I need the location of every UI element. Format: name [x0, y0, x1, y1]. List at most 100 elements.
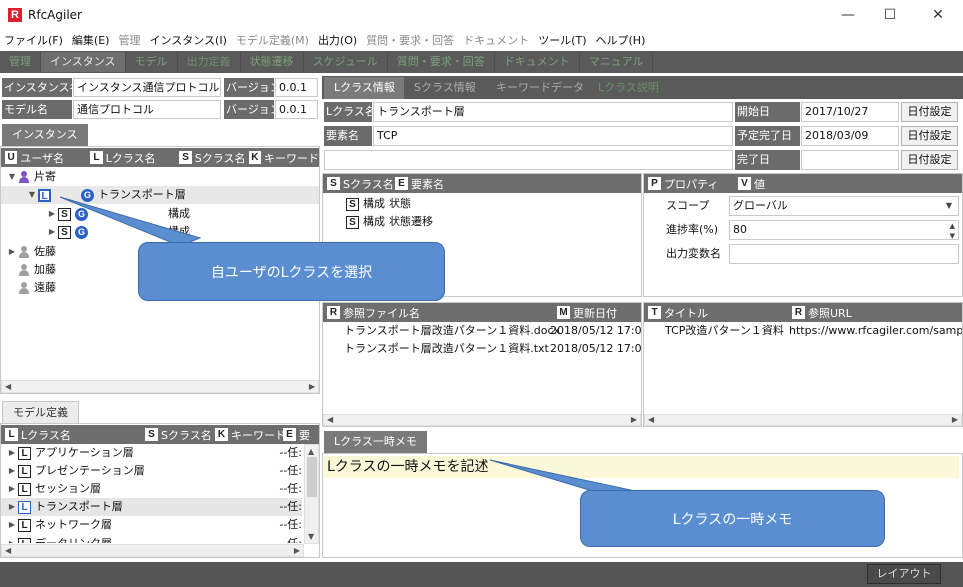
triangle-down-icon[interactable]: ▼ — [26, 186, 38, 204]
triangle-right-icon[interactable]: ▶ — [6, 444, 18, 462]
model-name-field[interactable]: 通信プロトコル — [73, 100, 221, 119]
triangle-right-icon[interactable]: ▶ — [6, 535, 18, 543]
scroll-left-icon[interactable]: ◀ — [327, 415, 333, 424]
spin-down-icon[interactable]: ▼ — [950, 228, 955, 239]
layout-button[interactable]: レイアウト — [867, 564, 941, 584]
toolbar-manual[interactable]: マニュアル — [580, 52, 654, 72]
tab-lclass-info[interactable]: Lクラス情報 — [324, 77, 405, 99]
minimize-button[interactable]: — — [825, 0, 871, 30]
menu-edit[interactable]: 編集(E) — [72, 32, 110, 48]
done-date-button[interactable]: 日付設定 — [901, 150, 958, 170]
tab-lclass-memo[interactable]: Lクラス一時メモ — [324, 431, 427, 453]
triangle-right-icon[interactable]: ▶ — [6, 243, 18, 261]
menu-output[interactable]: 出力(O) — [318, 32, 357, 48]
start-date-field[interactable]: 2017/10/27 — [801, 102, 899, 122]
output-variable-field[interactable] — [729, 244, 959, 264]
toolbar-model[interactable]: モデル — [126, 52, 178, 72]
scope-select[interactable]: グローバル ▼ — [729, 196, 959, 216]
tree-user-kato[interactable]: 加藤 — [6, 261, 56, 279]
scroll-left-icon[interactable]: ◀ — [5, 546, 11, 555]
sclass-row-2[interactable]: S 構成 状態遷移 — [346, 213, 433, 231]
element-name-field[interactable]: TCP — [373, 126, 733, 146]
toolbar-output-definition[interactable]: 出力定義 — [178, 52, 241, 72]
ref-file-row-1[interactable]: トランスポート層改造パターン１資料.docx 2018/05/12 17:0 — [344, 322, 641, 340]
tab-keyword-data[interactable]: キーワードデータ — [486, 77, 594, 99]
tree-sclass-row-2[interactable]: ▶ S G 構成 — [46, 223, 190, 241]
model-row-network[interactable]: ▶ L ネットワーク層 --任: — [6, 516, 302, 534]
menu-model-definition[interactable]: モデル定義(M) — [236, 32, 309, 48]
scroll-right-icon[interactable]: ▶ — [952, 415, 958, 424]
model-row-session[interactable]: ▶ L セッション層 --任: — [6, 480, 302, 498]
menu-manage[interactable]: 管理 — [118, 32, 140, 48]
version-field-2[interactable]: 0.0.1 — [275, 100, 318, 119]
toolbar-schedule[interactable]: スケジュール — [304, 52, 388, 72]
memo-textarea[interactable]: Lクラスの一時メモを記述 — [324, 456, 959, 478]
menu-instance[interactable]: インスタンス(I) — [149, 32, 226, 48]
chevron-down-icon[interactable]: ▼ — [946, 197, 952, 214]
tree-user-kataoka[interactable]: ▼ 片寄 — [6, 168, 56, 186]
toolbar-instance[interactable]: インスタンス — [41, 52, 126, 72]
menu-file[interactable]: ファイル(F) — [4, 32, 63, 48]
tree-sclass-row-1[interactable]: ▶ S G 構成 — [46, 205, 190, 223]
scroll-left-icon[interactable]: ◀ — [5, 382, 11, 391]
maximize-button[interactable]: ☐ — [867, 0, 913, 30]
sclass-header-badge: S — [145, 428, 158, 441]
scroll-thumb[interactable] — [307, 457, 317, 497]
model-row-datalink[interactable]: ▶L データリンク層任: — [6, 535, 302, 543]
sclass-row-1[interactable]: S 構成 状態 — [346, 195, 411, 213]
triangle-right-icon[interactable]: ▶ — [6, 462, 18, 480]
scroll-left-icon[interactable]: ◀ — [648, 415, 654, 424]
toolbar-document[interactable]: ドキュメント — [495, 52, 580, 72]
menu-document[interactable]: ドキュメント — [463, 32, 529, 48]
done-date-field[interactable] — [801, 150, 899, 170]
triangle-right-icon[interactable]: ▶ — [6, 498, 18, 516]
tab-model-definition[interactable]: モデル定義 — [2, 401, 79, 423]
ref-url-link[interactable]: https://www.rfcagiler.com/samp — [789, 322, 962, 340]
menu-tools[interactable]: ツール(T) — [538, 32, 586, 48]
close-button[interactable]: ✕ — [915, 0, 961, 30]
menu-help[interactable]: ヘルプ(H) — [596, 32, 646, 48]
scroll-right-icon[interactable]: ▶ — [631, 415, 637, 424]
model-tree-hscrollbar[interactable]: ◀ ▶ — [1, 544, 304, 557]
planned-date-button[interactable]: 日付設定 — [901, 126, 958, 146]
ref-file-date: 2018/05/12 17:0 — [550, 324, 641, 337]
scroll-up-icon[interactable]: ▲ — [308, 447, 314, 456]
tree-user-sato[interactable]: ▶ 佐藤 — [6, 243, 56, 261]
ref-file-hscrollbar[interactable]: ◀ ▶ — [323, 414, 641, 426]
scroll-down-icon[interactable]: ▼ — [308, 532, 314, 541]
instance-name-field[interactable]: インスタンス通信プロトコル — [73, 78, 221, 97]
model-row-application[interactable]: ▶ L アプリケーション層 --任: — [6, 444, 302, 462]
triangle-right-icon[interactable]: ▶ — [46, 205, 58, 223]
start-date-button[interactable]: 日付設定 — [901, 102, 958, 122]
model-row-transport[interactable]: ▶ L トランスポート層 --任: — [6, 498, 302, 516]
triangle-right-icon[interactable]: ▶ — [6, 516, 18, 534]
toolbar-manage[interactable]: 管理 — [0, 52, 41, 72]
tree-user-endo[interactable]: 遠藤 — [6, 279, 56, 297]
planned-date-field[interactable]: 2018/03/09 — [801, 126, 899, 146]
tab-sclass-info[interactable]: Sクラス情報 — [404, 77, 486, 99]
scroll-right-icon[interactable]: ▶ — [294, 546, 300, 555]
model-tree-vscrollbar[interactable]: ▲ ▼ — [304, 444, 319, 544]
menu-question[interactable]: 質問・要求・回答 — [366, 32, 454, 48]
triangle-right-icon[interactable]: ▶ — [46, 223, 58, 241]
ref-url-hscrollbar[interactable]: ◀ ▶ — [644, 414, 962, 426]
triangle-right-icon[interactable]: ▶ — [6, 480, 18, 498]
tab-lclass-description[interactable]: Lクラス説明 — [588, 77, 669, 99]
start-date-label: 開始日 — [735, 102, 800, 122]
progress-spinner[interactable]: 80 ▲ ▼ — [729, 220, 959, 240]
model-row-presentation[interactable]: ▶ L プレゼンテーション層 --任: — [6, 462, 302, 480]
instance-tree-hscrollbar[interactable]: ◀ ▶ — [1, 380, 319, 393]
tab-instance[interactable]: インスタンス — [2, 124, 88, 146]
ref-url-row-1[interactable]: TCP改造パターン１資料 https://www.rfcagiler.com/s… — [665, 322, 962, 340]
model-row-name: ネットワーク層 — [35, 518, 112, 531]
model-row-name: プレゼンテーション層 — [35, 464, 145, 477]
toolbar-question[interactable]: 質問・要求・回答 — [388, 52, 495, 72]
tree-lclass-transport[interactable]: ▼ L G トランスポート層 — [26, 186, 186, 204]
lclass-name-field[interactable]: トランスポート層 — [373, 102, 733, 122]
ref-file-row-2[interactable]: トランスポート層改造パターン１資料.txt 2018/05/12 17:0 — [344, 340, 641, 358]
scroll-right-icon[interactable]: ▶ — [309, 382, 315, 391]
version-field-1[interactable]: 0.0.1 — [275, 78, 318, 97]
instance-name-label: インスタンス名 — [2, 78, 72, 97]
triangle-down-icon[interactable]: ▼ — [6, 168, 18, 186]
toolbar-state-transition[interactable]: 状態遷移 — [241, 52, 304, 72]
